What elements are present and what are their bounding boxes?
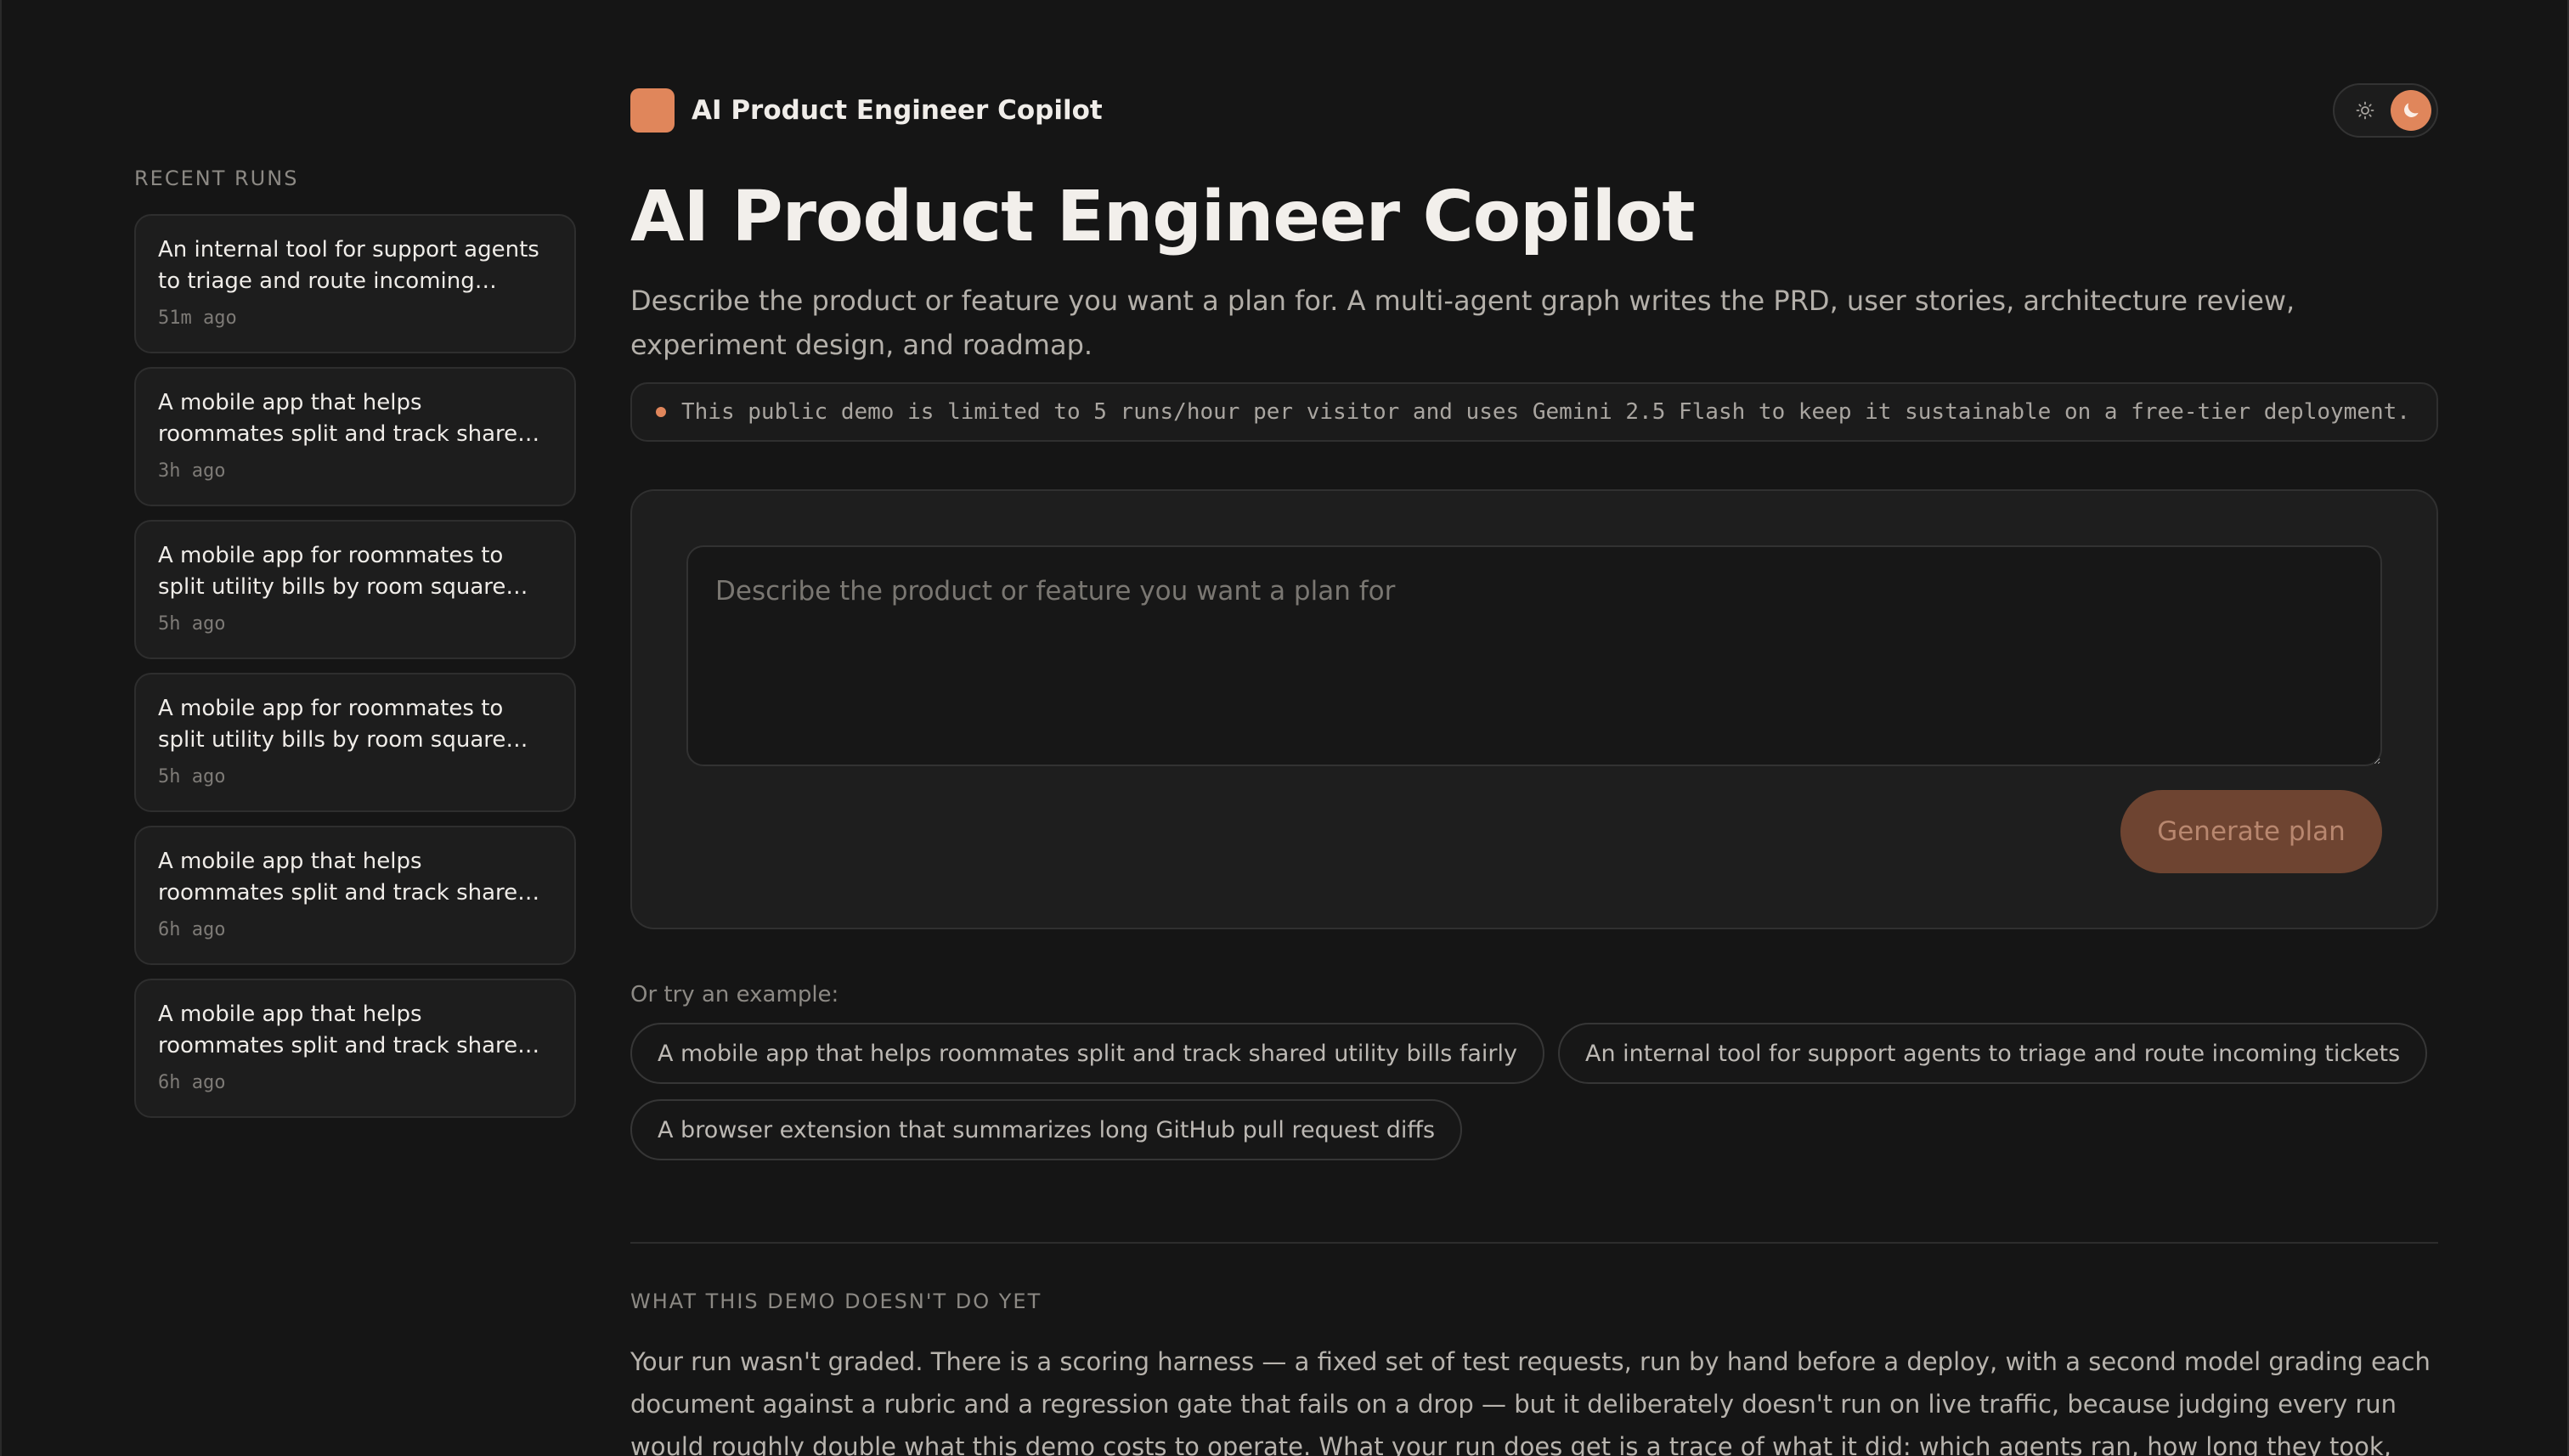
light-theme-button[interactable] xyxy=(2345,90,2386,131)
recent-runs-sidebar: RECENT RUNS An internal tool for support… xyxy=(134,166,576,1132)
dark-theme-button[interactable] xyxy=(2391,90,2431,131)
recent-run-timestamp: 3h ago xyxy=(158,460,226,482)
recent-run-timestamp: 51m ago xyxy=(158,308,237,329)
recent-run-timestamp: 5h ago xyxy=(158,613,226,635)
example-chips: A mobile app that helps roommates split … xyxy=(630,1023,2438,1160)
sun-icon xyxy=(2356,101,2374,120)
example-chip[interactable]: A mobile app that helps roommates split … xyxy=(630,1023,1544,1084)
generate-plan-button[interactable]: Generate plan xyxy=(2120,790,2382,873)
app-window: RECENT RUNS An internal tool for support… xyxy=(0,0,2569,1456)
main-content: AI Product Engineer Copilot AI Product E… xyxy=(630,82,2438,1456)
app-logo-icon xyxy=(630,88,675,133)
example-chip[interactable]: An internal tool for support agents to t… xyxy=(1557,1023,2428,1084)
rate-limit-notice: This public demo is limited to 5 runs/ho… xyxy=(630,382,2438,442)
recent-run-card[interactable]: A mobile app that helps roommates split … xyxy=(134,979,576,1118)
recent-run-card[interactable]: A mobile app for roommates to split util… xyxy=(134,673,576,812)
recent-run-card[interactable]: A mobile app for roommates to split util… xyxy=(134,520,576,659)
limitations-heading: WHAT THIS DEMO DOESN'T DO YET xyxy=(630,1290,1042,1313)
page-title: AI Product Engineer Copilot xyxy=(630,177,1696,257)
moon-icon xyxy=(2404,103,2419,117)
prompt-input[interactable] xyxy=(686,545,2382,766)
section-divider xyxy=(630,1242,2438,1244)
page-description: Describe the product or feature you want… xyxy=(630,285,2295,361)
recent-run-title: A mobile app for roommates to split util… xyxy=(158,543,506,600)
recent-run-title: A mobile app that helps roommates split … xyxy=(158,1002,532,1058)
recent-run-timestamp: 6h ago xyxy=(158,1072,226,1093)
recent-run-title: An internal tool for support agents to t… xyxy=(158,237,539,294)
status-dot-icon xyxy=(656,407,666,417)
compose-panel: Generate plan xyxy=(630,489,2438,929)
examples-label: Or try an example: xyxy=(630,982,839,1007)
recent-runs-heading: RECENT RUNS xyxy=(134,166,299,190)
recent-runs-list: An internal tool for support agents to t… xyxy=(134,214,576,1118)
rate-limit-notice-text: This public demo is limited to 5 runs/ho… xyxy=(681,399,2410,425)
recent-run-card[interactable]: A mobile app that helps roommates split … xyxy=(134,826,576,965)
recent-run-card[interactable]: A mobile app that helps roommates split … xyxy=(134,367,576,506)
top-bar: AI Product Engineer Copilot xyxy=(630,82,2438,139)
recent-run-title: A mobile app that helps roommates split … xyxy=(158,849,532,906)
recent-run-timestamp: 5h ago xyxy=(158,766,226,787)
app-name: AI Product Engineer Copilot xyxy=(692,95,1103,126)
recent-run-title: A mobile app for roommates to split util… xyxy=(158,696,506,753)
recent-run-timestamp: 6h ago xyxy=(158,919,226,940)
example-chip[interactable]: A browser extension that summarizes long… xyxy=(630,1099,1463,1160)
recent-run-card[interactable]: An internal tool for support agents to t… xyxy=(134,214,576,353)
theme-toggle[interactable] xyxy=(2333,83,2438,138)
limitations-body: Your run wasn't graded. There is a scori… xyxy=(630,1347,2431,1456)
recent-run-title: A mobile app that helps roommates split … xyxy=(158,390,532,447)
